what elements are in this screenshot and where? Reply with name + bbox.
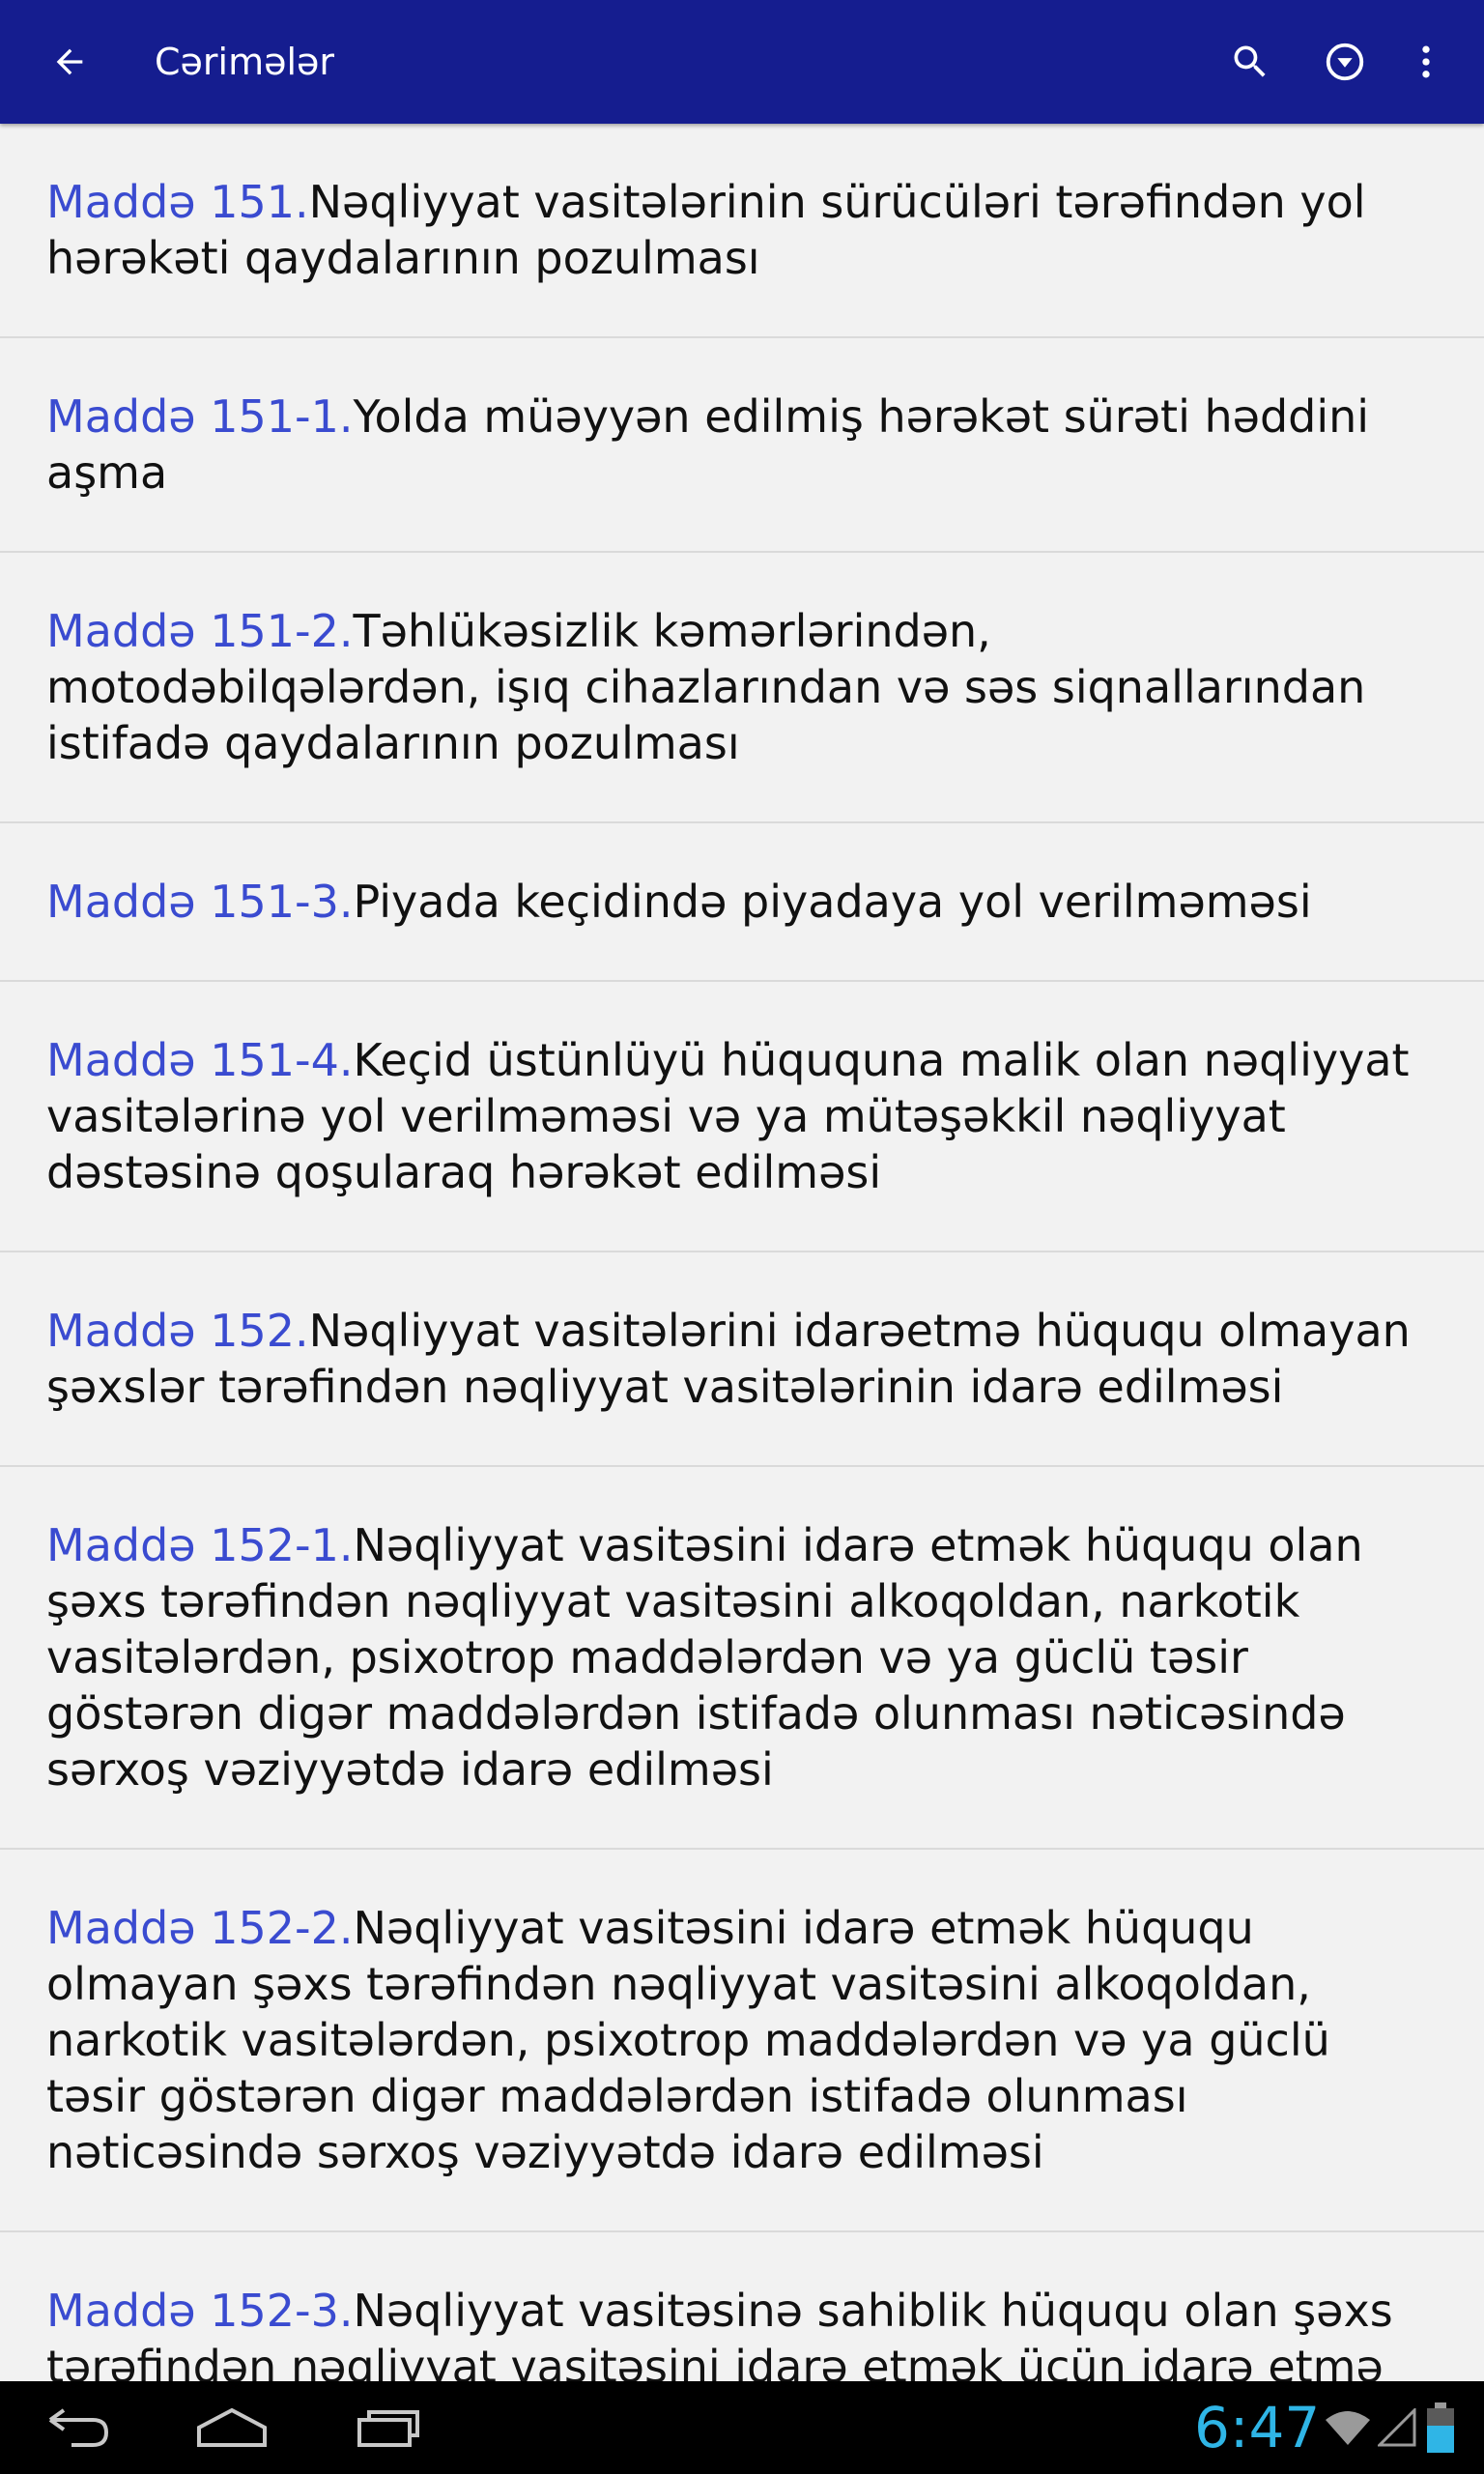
nav-home-icon[interactable] [174,2395,290,2460]
app-bar: Cərimələr [0,0,1484,124]
article-number: Maddə 151-4. [46,1034,354,1086]
list-item[interactable]: Maddə 152-3.Nəqliyyat vasitəsinə sahibli… [0,2232,1484,2381]
back-arrow-icon[interactable] [39,31,100,93]
list-item[interactable]: Maddə 151.Nəqliyyat vasitələrinin sürücü… [0,124,1484,338]
list-item[interactable]: Maddə 152-2.Nəqliyyat vasitəsini idarə e… [0,1850,1484,2232]
list-item[interactable]: Maddə 151-3.Piyada keçidində piyadaya yo… [0,823,1484,982]
list-item[interactable]: Maddə 151-4.Keçid üstünlüyü hüququna mal… [0,982,1484,1252]
battery-icon [1424,2401,1457,2459]
article-list: Maddə 151.Nəqliyyat vasitələrinin sürücü… [0,124,1484,2381]
list-item[interactable]: Maddə 152-1.Nəqliyyat vasitəsini idarə e… [0,1467,1484,1850]
nav-recents-icon[interactable] [330,2395,446,2460]
page-title: Cərimələr [155,41,335,83]
system-nav-bar: 6:47 [0,2381,1484,2474]
clock: 6:47 [1194,2395,1321,2460]
search-icon[interactable] [1219,31,1281,93]
article-number: Maddə 152-3. [46,2285,354,2337]
list-item[interactable]: Maddə 151-1.Yolda müəyyən edilmiş hərəkə… [0,338,1484,553]
article-number: Maddə 151-2. [46,605,354,657]
article-number: Maddə 152. [46,1305,309,1357]
list-item[interactable]: Maddə 151-2.Təhlükəsizlik kəmərlərindən,… [0,553,1484,823]
article-number: Maddə 151-1. [46,390,354,443]
signal-icon [1376,2406,1416,2451]
more-vert-icon[interactable] [1395,31,1457,93]
nav-back-icon[interactable] [19,2395,135,2460]
article-number: Maddə 151-3. [46,876,354,928]
wifi-icon [1324,2408,1372,2451]
filter-dropdown-icon[interactable] [1314,31,1376,93]
article-number: Maddə 152-1. [46,1519,354,1571]
list-item[interactable]: Maddə 152.Nəqliyyat vasitələrini idarəet… [0,1252,1484,1467]
article-number: Maddə 151. [46,176,309,228]
article-title: Piyada keçidində piyadaya yol verilməməs… [353,876,1312,928]
article-number: Maddə 152-2. [46,1902,354,1954]
